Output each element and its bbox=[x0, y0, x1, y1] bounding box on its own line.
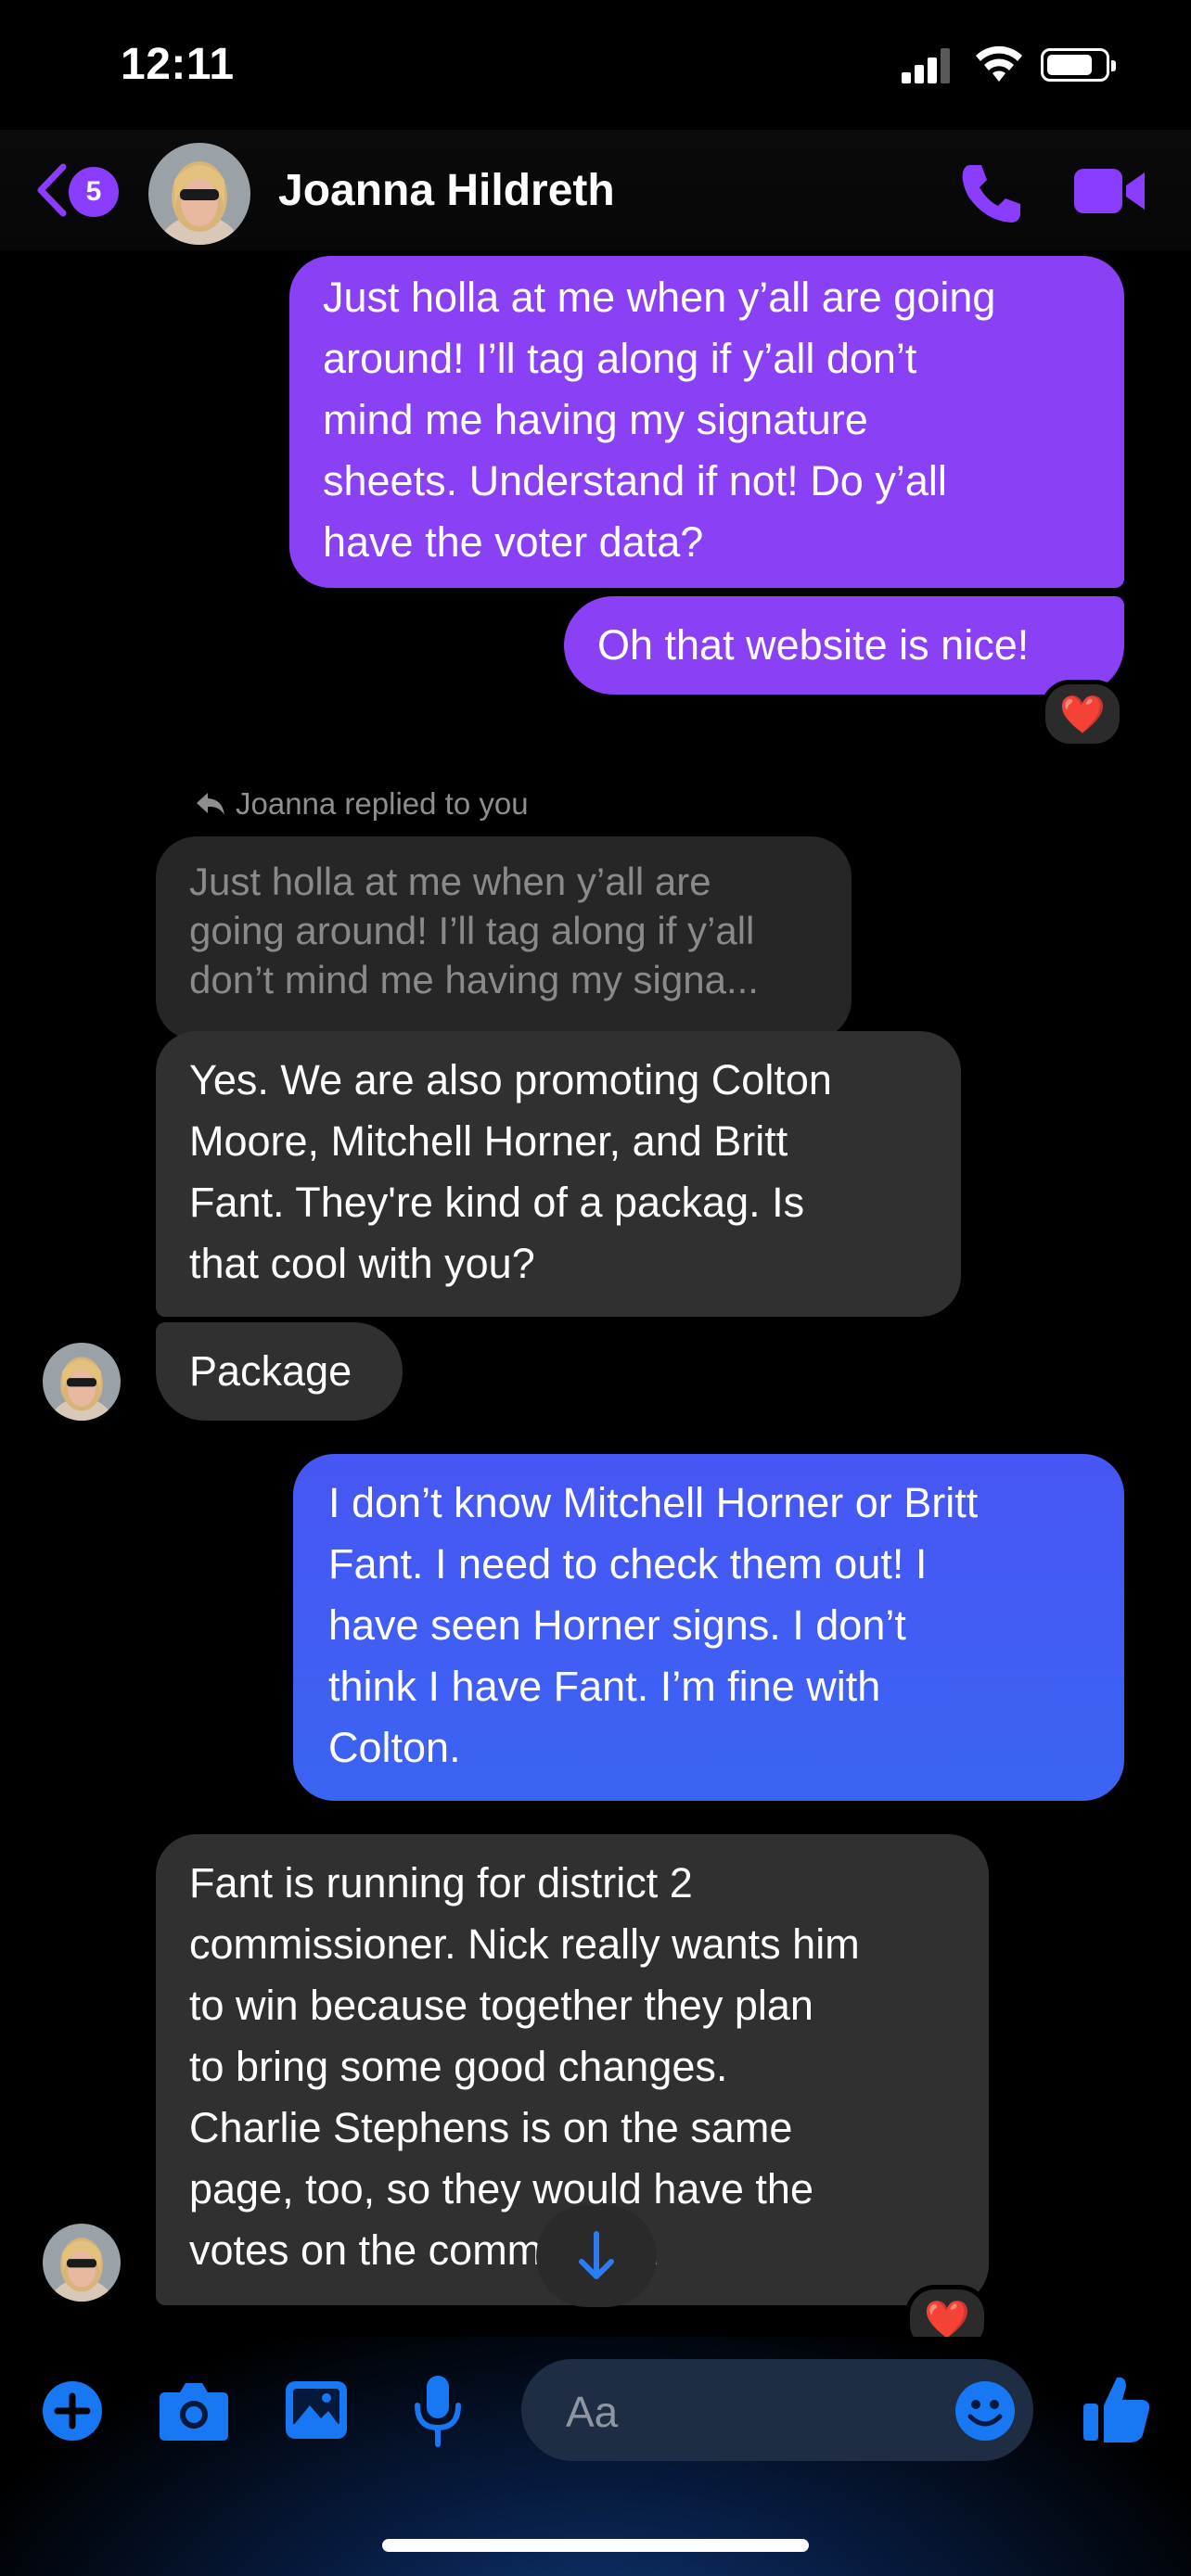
heart-reaction[interactable]: ❤️ bbox=[1041, 680, 1124, 748]
message-line: Moore, Mitchell Horner, and Britt bbox=[189, 1117, 788, 1165]
message-line: think I have Fant. I’m fine with bbox=[328, 1663, 881, 1710]
quoted-line: Just holla at me when y’all are bbox=[189, 860, 711, 903]
message-line: Colton. bbox=[328, 1724, 461, 1771]
message-line: Oh that website is nice! bbox=[597, 621, 1030, 669]
incoming-message[interactable]: Yes. We are also promoting Colton Moore,… bbox=[156, 1031, 961, 1317]
message-line: mind me having my signature bbox=[323, 396, 868, 443]
message-line: to bring some good changes. bbox=[189, 2043, 728, 2090]
message-line: Package bbox=[189, 1347, 352, 1395]
outgoing-message[interactable]: Oh that website is nice! bbox=[564, 596, 1124, 695]
message-line: sheets. Understand if not! Do y’all bbox=[323, 457, 947, 504]
back-chevron-icon[interactable] bbox=[33, 163, 70, 217]
unread-count-badge[interactable]: 5 bbox=[69, 167, 119, 217]
outgoing-message[interactable]: Just holla at me when y’all are going ar… bbox=[289, 256, 1124, 588]
quoted-line: don’t mind me having my signa... bbox=[189, 958, 759, 1001]
contact-avatar-small[interactable] bbox=[43, 1343, 121, 1421]
reply-arrow-icon bbox=[197, 793, 224, 815]
reply-label-text: Joanna replied to you bbox=[236, 786, 529, 821]
heart-icon: ❤️ bbox=[924, 2299, 970, 2340]
contact-name[interactable]: Joanna Hildreth bbox=[278, 165, 615, 216]
reply-indicator: Joanna replied to you bbox=[195, 786, 529, 822]
plus-icon[interactable] bbox=[41, 2379, 104, 2442]
message-line: Fant. I need to check them out! I bbox=[328, 1540, 928, 1588]
status-time: 12:11 bbox=[121, 40, 235, 89]
emoji-icon[interactable] bbox=[954, 2379, 1017, 2442]
message-line: that cool with you? bbox=[189, 1240, 535, 1287]
message-line: I don’t know Mitchell Horner or Britt bbox=[328, 1479, 979, 1526]
message-line: have the voter data? bbox=[323, 518, 704, 566]
camera-icon[interactable] bbox=[158, 2379, 230, 2442]
photo-gallery-icon[interactable] bbox=[284, 2379, 349, 2441]
cellular-signal-icon bbox=[902, 48, 950, 83]
message-line: Fant. They're kind of a packag. Is bbox=[189, 1179, 805, 1226]
battery-icon bbox=[1041, 48, 1116, 82]
quoted-line: going around! I’ll tag along if y’all bbox=[189, 909, 755, 952]
scroll-to-bottom-button[interactable] bbox=[536, 2205, 657, 2307]
heart-icon: ❤️ bbox=[1059, 694, 1106, 735]
message-input-placeholder: Aa bbox=[566, 2388, 619, 2436]
phone-call-icon[interactable] bbox=[957, 159, 1024, 226]
microphone-icon[interactable] bbox=[412, 2374, 464, 2448]
home-indicator bbox=[382, 2539, 809, 2552]
message-line: Yes. We are also promoting Colton bbox=[189, 1056, 832, 1103]
incoming-message[interactable]: Package bbox=[156, 1322, 403, 1421]
message-line: commissioner. Nick really wants him bbox=[189, 1920, 860, 1968]
contact-avatar-small[interactable] bbox=[43, 2224, 121, 2302]
message-line: around! I’ll tag along if y’all don’t bbox=[323, 335, 917, 382]
outgoing-message[interactable]: I don’t know Mitchell Horner or Britt Fa… bbox=[293, 1454, 1124, 1801]
thumbs-up-icon[interactable] bbox=[1082, 2372, 1152, 2444]
message-line: Charlie Stephens is on the same bbox=[189, 2104, 793, 2151]
video-call-icon[interactable] bbox=[1072, 163, 1146, 219]
quoted-message[interactable]: Just holla at me when y’all are going ar… bbox=[156, 836, 852, 1040]
arrow-down-icon bbox=[579, 2231, 614, 2279]
contact-avatar[interactable] bbox=[148, 143, 250, 245]
message-line: Just holla at me when y’all are going bbox=[323, 274, 996, 321]
message-line: to win because together they plan bbox=[189, 1982, 813, 2029]
message-line: have seen Horner signs. I don’t bbox=[328, 1601, 906, 1649]
message-line: Fant is running for district 2 bbox=[189, 1859, 693, 1906]
wifi-icon bbox=[976, 45, 1022, 82]
